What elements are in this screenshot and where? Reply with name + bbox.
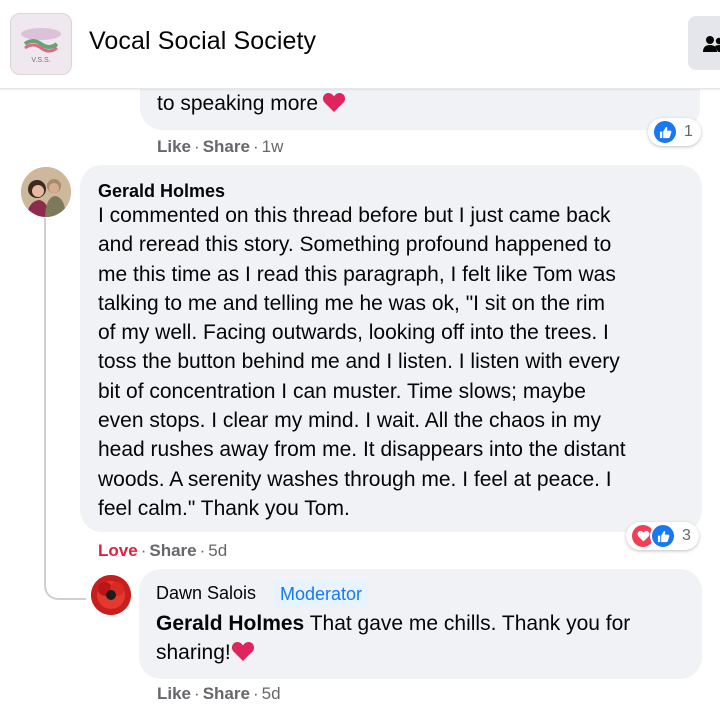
comment-line: talking to me and telling me he was ok, … [98,291,606,315]
comment-timestamp[interactable]: 5d [262,684,281,703]
comment-line: bit of concentration I can muster. Time … [98,379,586,403]
comment-line: of my well. Facing outwards, looking off… [98,321,609,345]
comment-line: and reread this story. Something profoun… [98,233,612,257]
love-reaction-link[interactable]: Love [98,541,138,560]
comment-line: me this time as I read this paragraph, I… [98,262,616,286]
comment-actions: Like · Share · 1w [157,137,284,156]
reply-bubble: Dawn Salois Gerald Holmes That gave me c… [139,569,702,679]
comment-line: toss the button behind me and I listen. … [98,350,620,374]
comment-text: to speaking more [157,91,346,116]
group-logo[interactable]: V.S.S. [10,13,72,75]
comment-actions: Love · Share · 5d [98,541,228,560]
like-icon [650,523,676,549]
reaction-count: 3 [682,527,691,544]
mention-link[interactable]: Gerald Holmes [156,612,304,635]
comment-line: even stops. I clear my mind. I wait. All… [98,409,602,433]
reply-author[interactable]: Dawn Salois [156,583,256,604]
group-logo-image: V.S.S. [21,28,61,64]
reply-actions: Like · Share · 5d [157,684,281,703]
avatar[interactable] [21,167,71,217]
comment-line: head rushes away from me. It disappears … [98,438,626,462]
group-logo-text: V.S.S. [31,57,50,64]
reaction-summary[interactable]: 1 [648,118,701,146]
poppy-avatar-image [91,575,131,615]
avatar[interactable] [91,575,131,615]
like-icon [652,119,678,145]
red-heart-emoji-icon [323,92,346,112]
reply-text-line: That gave me chills. Thank you for [304,612,631,635]
comment-text: I commented on this thread before but I … [98,201,693,523]
moderator-badge[interactable]: Moderator [274,580,369,608]
comment-author[interactable]: Gerald Holmes [98,181,225,202]
share-link[interactable]: Share [203,137,250,156]
reply-text-line: sharing! [156,641,231,665]
members-icon [703,36,720,52]
reaction-count: 1 [684,123,693,140]
comment-timestamp[interactable]: 1w [262,137,284,156]
comment-timestamp[interactable]: 5d [208,541,227,560]
comment-bubble: Gerald Holmes I commented on this thread… [80,165,702,532]
red-heart-emoji-icon [231,642,254,662]
group-header: V.S.S. Vocal Social Society [0,0,720,89]
like-link[interactable]: Like [157,137,191,156]
reply-text: Gerald Holmes That gave me chills. Thank… [156,609,696,668]
gerald-avatar-image [21,167,71,217]
comment-line: woods. A serenity washes through me. I f… [98,467,612,491]
share-link[interactable]: Share [203,684,250,703]
comment-line: feel calm." Thank you Tom. [98,496,350,520]
share-link[interactable]: Share [149,541,196,560]
reaction-summary[interactable]: 3 [626,522,699,550]
comment-line: I commented on this thread before but I … [98,204,611,227]
like-link[interactable]: Like [157,684,191,703]
members-button[interactable] [688,16,720,70]
group-title[interactable]: Vocal Social Society [89,27,316,56]
